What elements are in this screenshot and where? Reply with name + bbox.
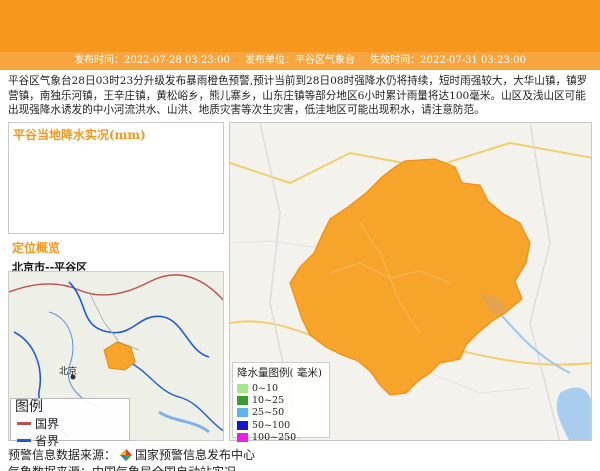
warning-description: 平谷区气象台28日03时23分升级发布暴雨橙色预警,预计当前到28日08时强降水… xyxy=(8,75,588,116)
legend-label-100-250: 100~250 xyxy=(252,431,297,443)
legend-swatch-0-10 xyxy=(237,383,248,393)
rainfall-legend-item: 25~50 xyxy=(237,407,325,419)
beijing-label: 北京 xyxy=(59,365,77,376)
national-border-label: 国界 xyxy=(35,417,60,431)
overview-legend-title: 图例 xyxy=(15,399,43,415)
warning-source-line: 预警信息数据来源： 国家预警信息发布中心 xyxy=(8,446,255,463)
legend-item-national-border: 国界 xyxy=(11,415,129,432)
header-banner xyxy=(0,0,600,52)
national-border-swatch xyxy=(17,422,31,425)
warning-info-bar: 发布时间：2022-07-28 03:23:00 发布单位：平谷区气象台 失效时… xyxy=(0,52,600,70)
warning-source-name[interactable]: 国家预警信息发布中心 xyxy=(135,446,255,463)
legend-swatch-100-250 xyxy=(237,432,248,442)
legend-label-10-25: 10~25 xyxy=(252,394,285,406)
legend-swatch-25-50 xyxy=(237,408,248,418)
legend-swatch-10-25 xyxy=(237,395,248,405)
provincial-border-swatch xyxy=(17,439,31,442)
location-panel-title: 定位概览 xyxy=(12,241,61,255)
data-source-line: 气象数据来源：中国气象局全国自动站实况 xyxy=(8,463,236,471)
legend-label-0-10: 0~10 xyxy=(252,382,279,394)
rainfall-legend-item: 50~100 xyxy=(237,419,325,431)
legend-label-25-50: 25~50 xyxy=(252,407,285,419)
issue-time: 发布时间：2022-07-28 03:23:00 xyxy=(74,55,230,66)
rainfall-legend-item: 100~250 xyxy=(237,431,325,443)
warning-source-label: 预警信息数据来源： xyxy=(8,448,117,462)
legend-label-50-100: 50~100 xyxy=(252,419,291,431)
rainfall-legend: 降水量图例( 毫米) 0~10 10~25 25~50 50~100 100~2… xyxy=(232,362,330,443)
rainfall-legend-item: 10~25 xyxy=(237,394,325,406)
warning-center-logo-icon xyxy=(120,448,133,461)
rainfall-legend-item: 0~10 xyxy=(237,382,325,394)
legend-swatch-50-100 xyxy=(237,420,248,430)
rainfall-legend-title: 降水量图例( 毫米) xyxy=(237,367,323,379)
overview-legend: 图例 国界 省界 xyxy=(10,398,130,448)
issuer: 发布单位：平谷区气象台 xyxy=(245,55,355,66)
expire-time: 失效时间：2022-07-31 03:23:00 xyxy=(370,55,526,66)
rainfall-panel: 平谷当地降水实况(mm) xyxy=(8,122,224,234)
rainfall-panel-title: 平谷当地降水实况(mm) xyxy=(13,128,146,142)
